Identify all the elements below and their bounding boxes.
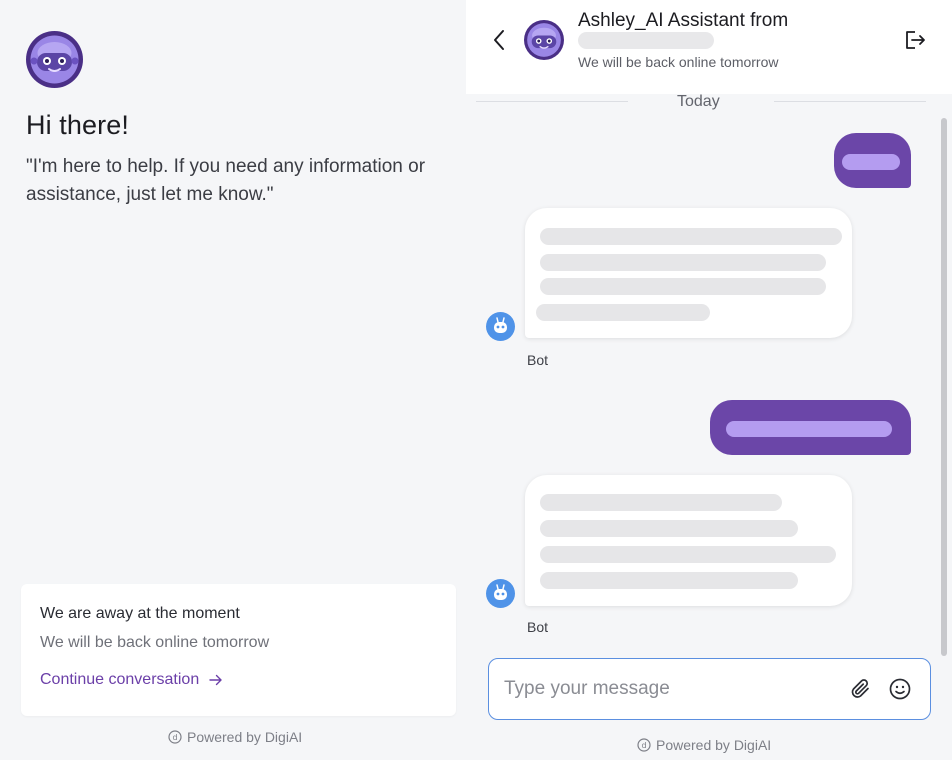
digiai-logo-icon: d bbox=[637, 738, 651, 752]
user-message bbox=[834, 133, 911, 188]
emoji-icon[interactable] bbox=[888, 677, 912, 701]
chat-panel: Ashley_AI Assistant from We will be back… bbox=[466, 0, 952, 760]
redacted-text bbox=[540, 228, 842, 245]
redacted-text bbox=[540, 278, 826, 295]
redacted-text bbox=[540, 520, 798, 537]
redacted-text bbox=[540, 572, 798, 589]
chat-scrollbar[interactable] bbox=[941, 118, 947, 656]
away-subtitle: We will be back online tomorrow bbox=[40, 634, 270, 651]
message-composer bbox=[488, 658, 931, 720]
date-divider-left bbox=[476, 101, 628, 102]
bot-icon bbox=[486, 579, 515, 608]
message-input[interactable] bbox=[504, 673, 824, 705]
continue-conversation-label: Continue conversation bbox=[40, 671, 200, 688]
assistant-avatar bbox=[26, 31, 83, 88]
digiai-logo-icon: d bbox=[168, 730, 182, 744]
chat-status: We will be back online tomorrow bbox=[578, 54, 779, 70]
intro-text: "I'm here to help. If you need any infor… bbox=[26, 156, 426, 205]
redacted-text bbox=[540, 494, 782, 511]
assistant-avatar bbox=[524, 20, 564, 60]
redacted-company-name bbox=[578, 32, 714, 49]
bot-message bbox=[525, 208, 852, 338]
exit-icon[interactable] bbox=[903, 29, 929, 51]
powered-by-footer: d Powered by DigiAI bbox=[168, 729, 302, 745]
greeting-heading: Hi there! bbox=[26, 110, 129, 140]
svg-text:d: d bbox=[641, 741, 646, 750]
away-status-card: We are away at the moment We will be bac… bbox=[21, 584, 456, 716]
redacted-text bbox=[726, 421, 892, 437]
away-title: We are away at the moment bbox=[40, 605, 240, 622]
arrow-right-icon bbox=[209, 674, 222, 686]
paperclip-icon[interactable] bbox=[849, 677, 873, 701]
bot-sender-label: Bot bbox=[527, 352, 549, 368]
redacted-text bbox=[536, 304, 710, 321]
bot-sender-label: Bot bbox=[527, 619, 549, 635]
date-divider-right bbox=[774, 101, 926, 102]
chevron-left-icon[interactable] bbox=[490, 28, 508, 52]
powered-by-text: Powered by DigiAI bbox=[187, 729, 303, 745]
continue-conversation-link[interactable]: Continue conversation bbox=[40, 671, 223, 689]
powered-by-footer: d Powered by DigiAI bbox=[637, 737, 771, 753]
chat-header: Ashley_AI Assistant from We will be back… bbox=[466, 0, 952, 94]
powered-by-text: Powered by DigiAI bbox=[656, 737, 772, 753]
date-separator: Today bbox=[677, 93, 720, 110]
redacted-text bbox=[540, 254, 826, 271]
welcome-panel: Hi there! "I'm here to help. If you need… bbox=[0, 0, 468, 760]
redacted-text bbox=[842, 154, 900, 170]
bot-message bbox=[525, 475, 852, 606]
redacted-text bbox=[540, 546, 836, 563]
user-message bbox=[710, 400, 911, 455]
svg-text:d: d bbox=[172, 733, 177, 742]
chat-title: Ashley_AI Assistant from bbox=[578, 10, 789, 31]
bot-icon bbox=[486, 312, 515, 341]
